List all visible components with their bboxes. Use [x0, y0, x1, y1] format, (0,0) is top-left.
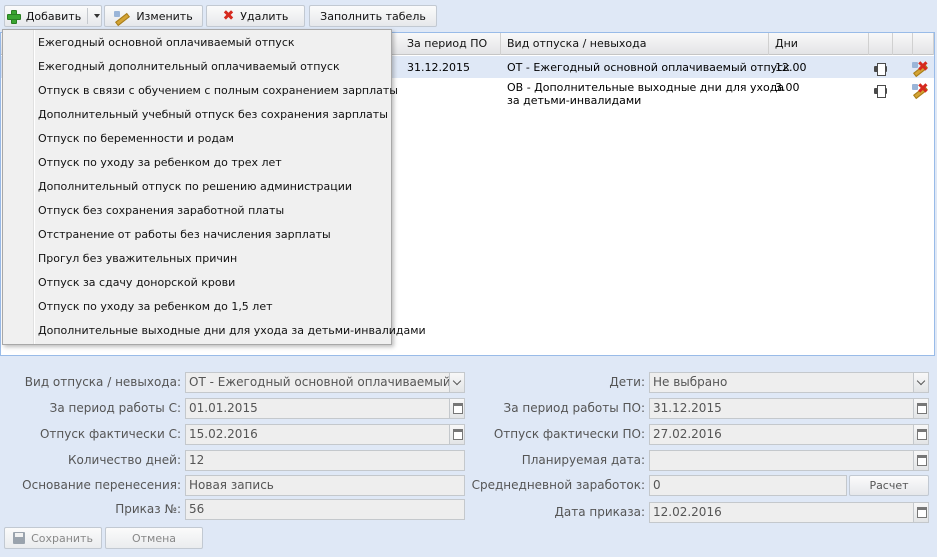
- order-date-field[interactable]: 12.02.2016: [649, 502, 929, 523]
- reason-label: Основание перенесения:: [22, 478, 181, 492]
- chevron-down-icon[interactable]: [913, 373, 928, 392]
- fill-timesheet-label: Заполнить табель: [320, 9, 426, 23]
- delete-icon[interactable]: ✖: [917, 60, 929, 74]
- plus-icon: [6, 9, 21, 24]
- cancel-button-label: Отмена: [131, 531, 177, 545]
- period-to-field[interactable]: 31.12.2015: [649, 398, 929, 419]
- edit-button[interactable]: Изменить: [104, 5, 203, 27]
- menu-item[interactable]: Отпуск по беременности и родам: [38, 129, 234, 149]
- children-combo[interactable]: Не выбрано: [649, 372, 929, 393]
- leave-type-value: ОТ - Ежегодный основной оплачиваемый отп: [189, 375, 465, 389]
- save-button-label: Сохранить: [31, 531, 93, 545]
- cell-days: 12.00: [775, 61, 807, 74]
- avg-earnings-field[interactable]: 0: [649, 475, 847, 496]
- menu-item[interactable]: Ежегодный дополнительный оплачиваемый от…: [38, 57, 340, 77]
- edit-button-label: Изменить: [136, 9, 193, 23]
- avg-earnings-value: 0: [653, 478, 661, 492]
- menu-item[interactable]: Отпуск за сдачу донорской крови: [38, 273, 235, 293]
- menu-item[interactable]: Дополнительные выходные дни для ухода за…: [38, 321, 426, 341]
- period-to-label: За период работы ПО:: [503, 401, 645, 415]
- split-divider: [87, 8, 89, 24]
- cell-leave-type: ОВ - Дополнительные выходные дни для ухо…: [501, 81, 784, 107]
- order-no-label: Приказ №:: [115, 502, 181, 516]
- order-no-field[interactable]: 56: [185, 499, 465, 520]
- add-leave-menu: Ежегодный основной оплачиваемый отпуск Е…: [2, 29, 426, 345]
- menu-item[interactable]: Отпуск без сохранения заработной платы: [38, 201, 284, 221]
- avg-earnings-label: Среднедневной заработок:: [471, 478, 645, 492]
- chevron-down-icon[interactable]: [449, 373, 464, 392]
- period-from-value: 01.01.2015: [189, 401, 258, 415]
- save-icon: [13, 532, 26, 544]
- order-no-value: 56: [189, 502, 205, 516]
- printer-icon[interactable]: [874, 63, 887, 76]
- days-label: Количество дней:: [68, 453, 181, 467]
- delete-icon: ✖: [222, 8, 235, 24]
- days-value: 12: [189, 453, 205, 467]
- chevron-down-icon[interactable]: [94, 14, 101, 18]
- fill-timesheet-button[interactable]: Заполнить табель: [309, 5, 437, 27]
- reason-field[interactable]: Новая запись: [185, 475, 465, 496]
- save-button[interactable]: Сохранить: [4, 527, 102, 549]
- order-date-value: 12.02.2016: [653, 505, 722, 519]
- menu-item[interactable]: Ежегодный основной оплачиваемый отпуск: [38, 33, 295, 53]
- column-period-to[interactable]: За период ПО: [401, 33, 501, 55]
- menu-item[interactable]: Дополнительный отпуск по решению админис…: [38, 177, 352, 197]
- period-from-field[interactable]: 01.01.2015: [185, 398, 465, 419]
- menu-item[interactable]: Отпуск в связи с обучением с полным сохр…: [38, 81, 398, 101]
- period-to-value: 31.12.2015: [653, 401, 722, 415]
- actual-from-label: Отпуск фактически С:: [39, 427, 181, 441]
- cell-period-to: 31.12.2015: [407, 61, 470, 74]
- days-field[interactable]: 12: [185, 450, 465, 471]
- calendar-icon[interactable]: [913, 399, 928, 418]
- edit-icon: [114, 9, 130, 23]
- column-print: [869, 33, 893, 55]
- cell-days: 3.00: [775, 81, 800, 94]
- menu-item[interactable]: Отпуск по уходу за ребенком до трех лет: [38, 153, 282, 173]
- menu-item[interactable]: Отпуск по уходу за ребенком до 1,5 лет: [38, 297, 273, 317]
- cell-leave-type-line1: ОВ - Дополнительные выходные дни для ухо…: [507, 81, 785, 94]
- calendar-icon[interactable]: [913, 503, 928, 522]
- menu-item[interactable]: Отстранение от работы без начисления зар…: [38, 225, 331, 245]
- add-button[interactable]: Добавить: [4, 5, 102, 27]
- period-from-label: За период работы С:: [49, 401, 181, 415]
- delete-icon[interactable]: ✖: [917, 82, 929, 96]
- cancel-button[interactable]: Отмена: [105, 527, 203, 549]
- calendar-icon[interactable]: [913, 425, 928, 444]
- planned-date-label: Планируемая дата:: [521, 453, 645, 467]
- delete-button-label: Удалить: [240, 9, 289, 23]
- menu-item[interactable]: Дополнительный учебный отпуск без сохран…: [38, 105, 388, 125]
- calc-button-label: Расчет: [869, 479, 909, 492]
- actual-from-field[interactable]: 15.02.2016: [185, 424, 465, 445]
- children-label: Дети:: [609, 375, 645, 389]
- actual-to-label: Отпуск фактически ПО:: [493, 427, 645, 441]
- leave-type-combo[interactable]: ОТ - Ежегодный основной оплачиваемый отп: [185, 372, 465, 393]
- actual-to-value: 27.02.2016: [653, 427, 722, 441]
- column-leave-type[interactable]: Вид отпуска / невыхода: [501, 33, 769, 55]
- cell-leave-type-line2: за детьми-инвалидами: [507, 94, 642, 107]
- column-delete: [913, 33, 934, 55]
- cell-leave-type: ОТ - Ежегодный основной оплачиваемый отп…: [507, 61, 790, 74]
- column-days[interactable]: Дни: [769, 33, 869, 55]
- order-date-label: Дата приказа:: [554, 505, 645, 519]
- calendar-icon[interactable]: [449, 399, 464, 418]
- calendar-icon[interactable]: [913, 451, 928, 470]
- reason-value: Новая запись: [189, 478, 274, 492]
- delete-button[interactable]: ✖ Удалить: [206, 5, 305, 27]
- printer-icon[interactable]: [874, 85, 887, 98]
- add-button-label: Добавить: [25, 9, 82, 23]
- column-edit: [893, 33, 913, 55]
- leave-type-label: Вид отпуска / невыхода:: [24, 375, 181, 389]
- calendar-icon[interactable]: [449, 425, 464, 444]
- menu-item[interactable]: Прогул без уважительных причин: [38, 249, 237, 269]
- calc-button[interactable]: Расчет: [849, 475, 929, 496]
- actual-from-value: 15.02.2016: [189, 427, 258, 441]
- planned-date-field[interactable]: [649, 450, 929, 471]
- actual-to-field[interactable]: 27.02.2016: [649, 424, 929, 445]
- children-value: Не выбрано: [653, 375, 728, 389]
